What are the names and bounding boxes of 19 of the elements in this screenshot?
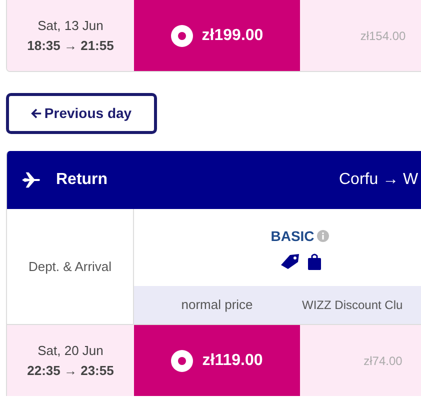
- normal-price-option[interactable]: zł119.00: [134, 325, 300, 396]
- radio-button[interactable]: [171, 350, 194, 372]
- route-text: Corfu → W: [339, 170, 418, 190]
- flight-times: 18:35 → 21:55: [27, 36, 114, 54]
- price-type-label: WIZZ Discount Clu: [302, 297, 403, 314]
- section-title: Return: [56, 170, 108, 190]
- price-type-label: normal price: [181, 296, 253, 314]
- bag-icon: [308, 252, 320, 270]
- normal-price-option[interactable]: zł199.00: [134, 0, 300, 71]
- tag-icon: [280, 252, 300, 270]
- flight-times: 22:35 → 23:55: [27, 362, 114, 380]
- flight-date: Sat, 20 Jun: [38, 342, 104, 360]
- arrow-left-icon: [31, 108, 42, 119]
- fare-name: BASIC: [270, 226, 314, 246]
- radio-button[interactable]: [170, 24, 193, 46]
- flight-date: Sat, 13 Jun: [38, 17, 104, 35]
- previous-day-button[interactable]: Previous day: [6, 93, 157, 134]
- column-header: Dept. & Arrival: [28, 258, 112, 276]
- airplane-icon: [22, 172, 41, 188]
